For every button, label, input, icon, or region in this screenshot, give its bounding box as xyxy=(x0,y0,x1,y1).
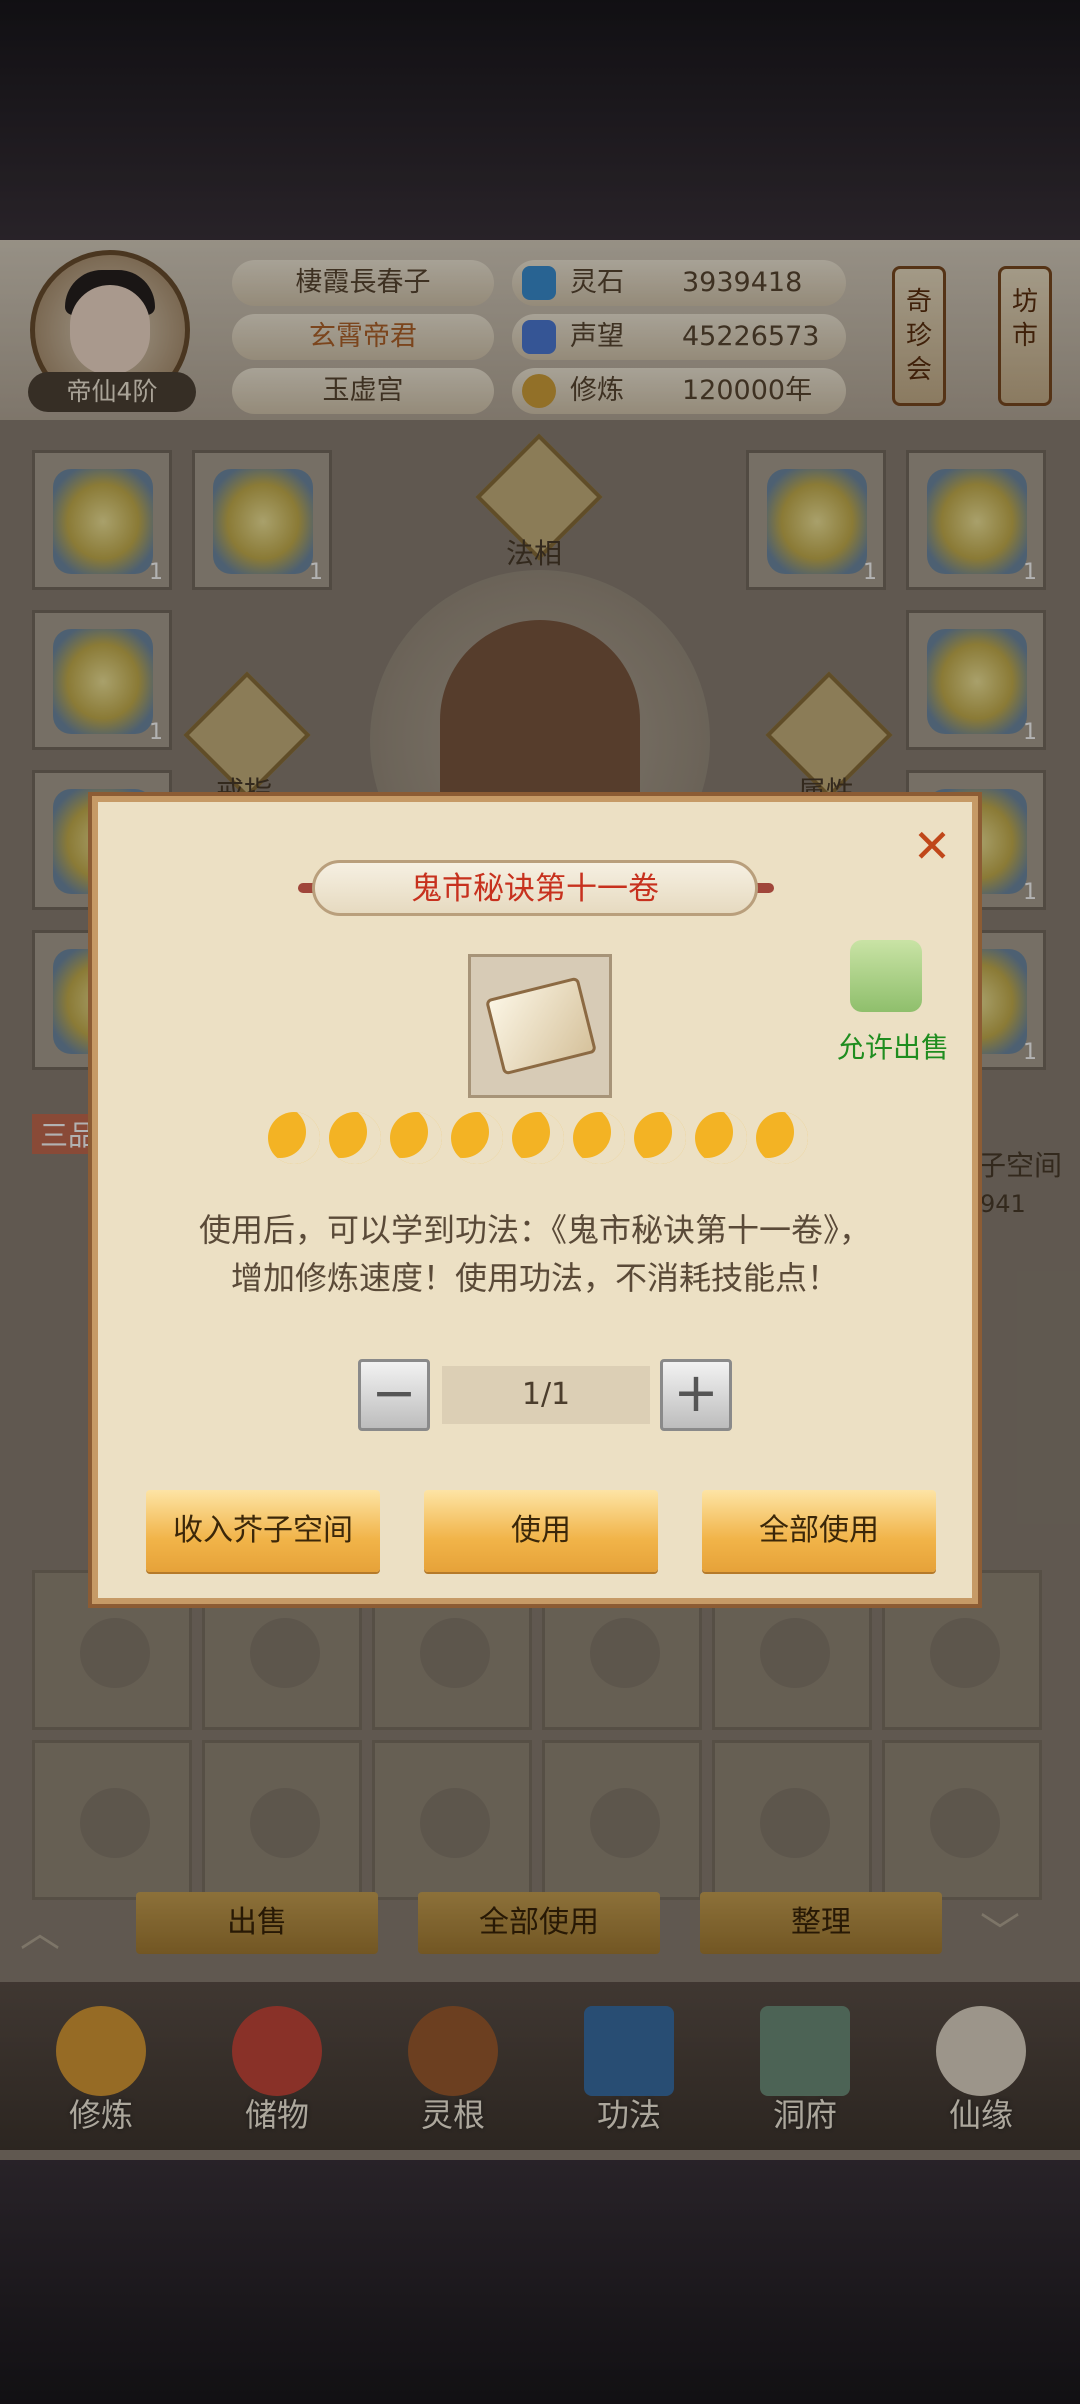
decrement-button[interactable]: − xyxy=(358,1359,430,1431)
item-slot xyxy=(468,954,612,1098)
item-description: 使用后，可以学到功法：《鬼市秘诀第十一卷》， 增加修炼速度！使用功法，不消耗技能… xyxy=(138,1206,932,1302)
use-all-button[interactable]: 全部使用 xyxy=(702,1490,936,1572)
crescent-moon-icon xyxy=(268,1112,320,1164)
increment-button[interactable]: + xyxy=(660,1359,732,1431)
description-line: 增加修炼速度！使用功法，不消耗技能点！ xyxy=(230,1259,839,1297)
crescent-moon-icon xyxy=(390,1112,442,1164)
quality-moons xyxy=(268,1108,808,1168)
store-to-storage-button[interactable]: 收入芥子空间 xyxy=(146,1490,380,1572)
crescent-moon-icon xyxy=(573,1112,625,1164)
crescent-moon-icon xyxy=(756,1112,808,1164)
crescent-moon-icon xyxy=(512,1112,564,1164)
close-icon[interactable]: ✕ xyxy=(908,822,956,870)
crescent-moon-icon xyxy=(634,1112,686,1164)
description-line: 使用后，可以学到功法：《鬼市秘诀第十一卷》， xyxy=(198,1211,871,1249)
sellable-lock-icon xyxy=(850,940,922,1012)
quantity-display[interactable]: 1/1 xyxy=(442,1366,650,1424)
item-use-dialog: 鬼市秘诀第十一卷 ✕ 允许出售 使用后，可以学到功法：《鬼市秘诀第十一卷》， 增… xyxy=(92,796,978,1604)
crescent-moon-icon xyxy=(695,1112,747,1164)
crescent-moon-icon xyxy=(329,1112,381,1164)
crescent-moon-icon xyxy=(451,1112,503,1164)
dialog-title-banner: 鬼市秘诀第十一卷 xyxy=(312,860,758,916)
scripture-book-icon xyxy=(484,976,598,1076)
use-button[interactable]: 使用 xyxy=(424,1490,658,1572)
dialog-title: 鬼市秘诀第十一卷 xyxy=(411,871,659,907)
sellable-label: 允许出售 xyxy=(836,1031,949,1064)
